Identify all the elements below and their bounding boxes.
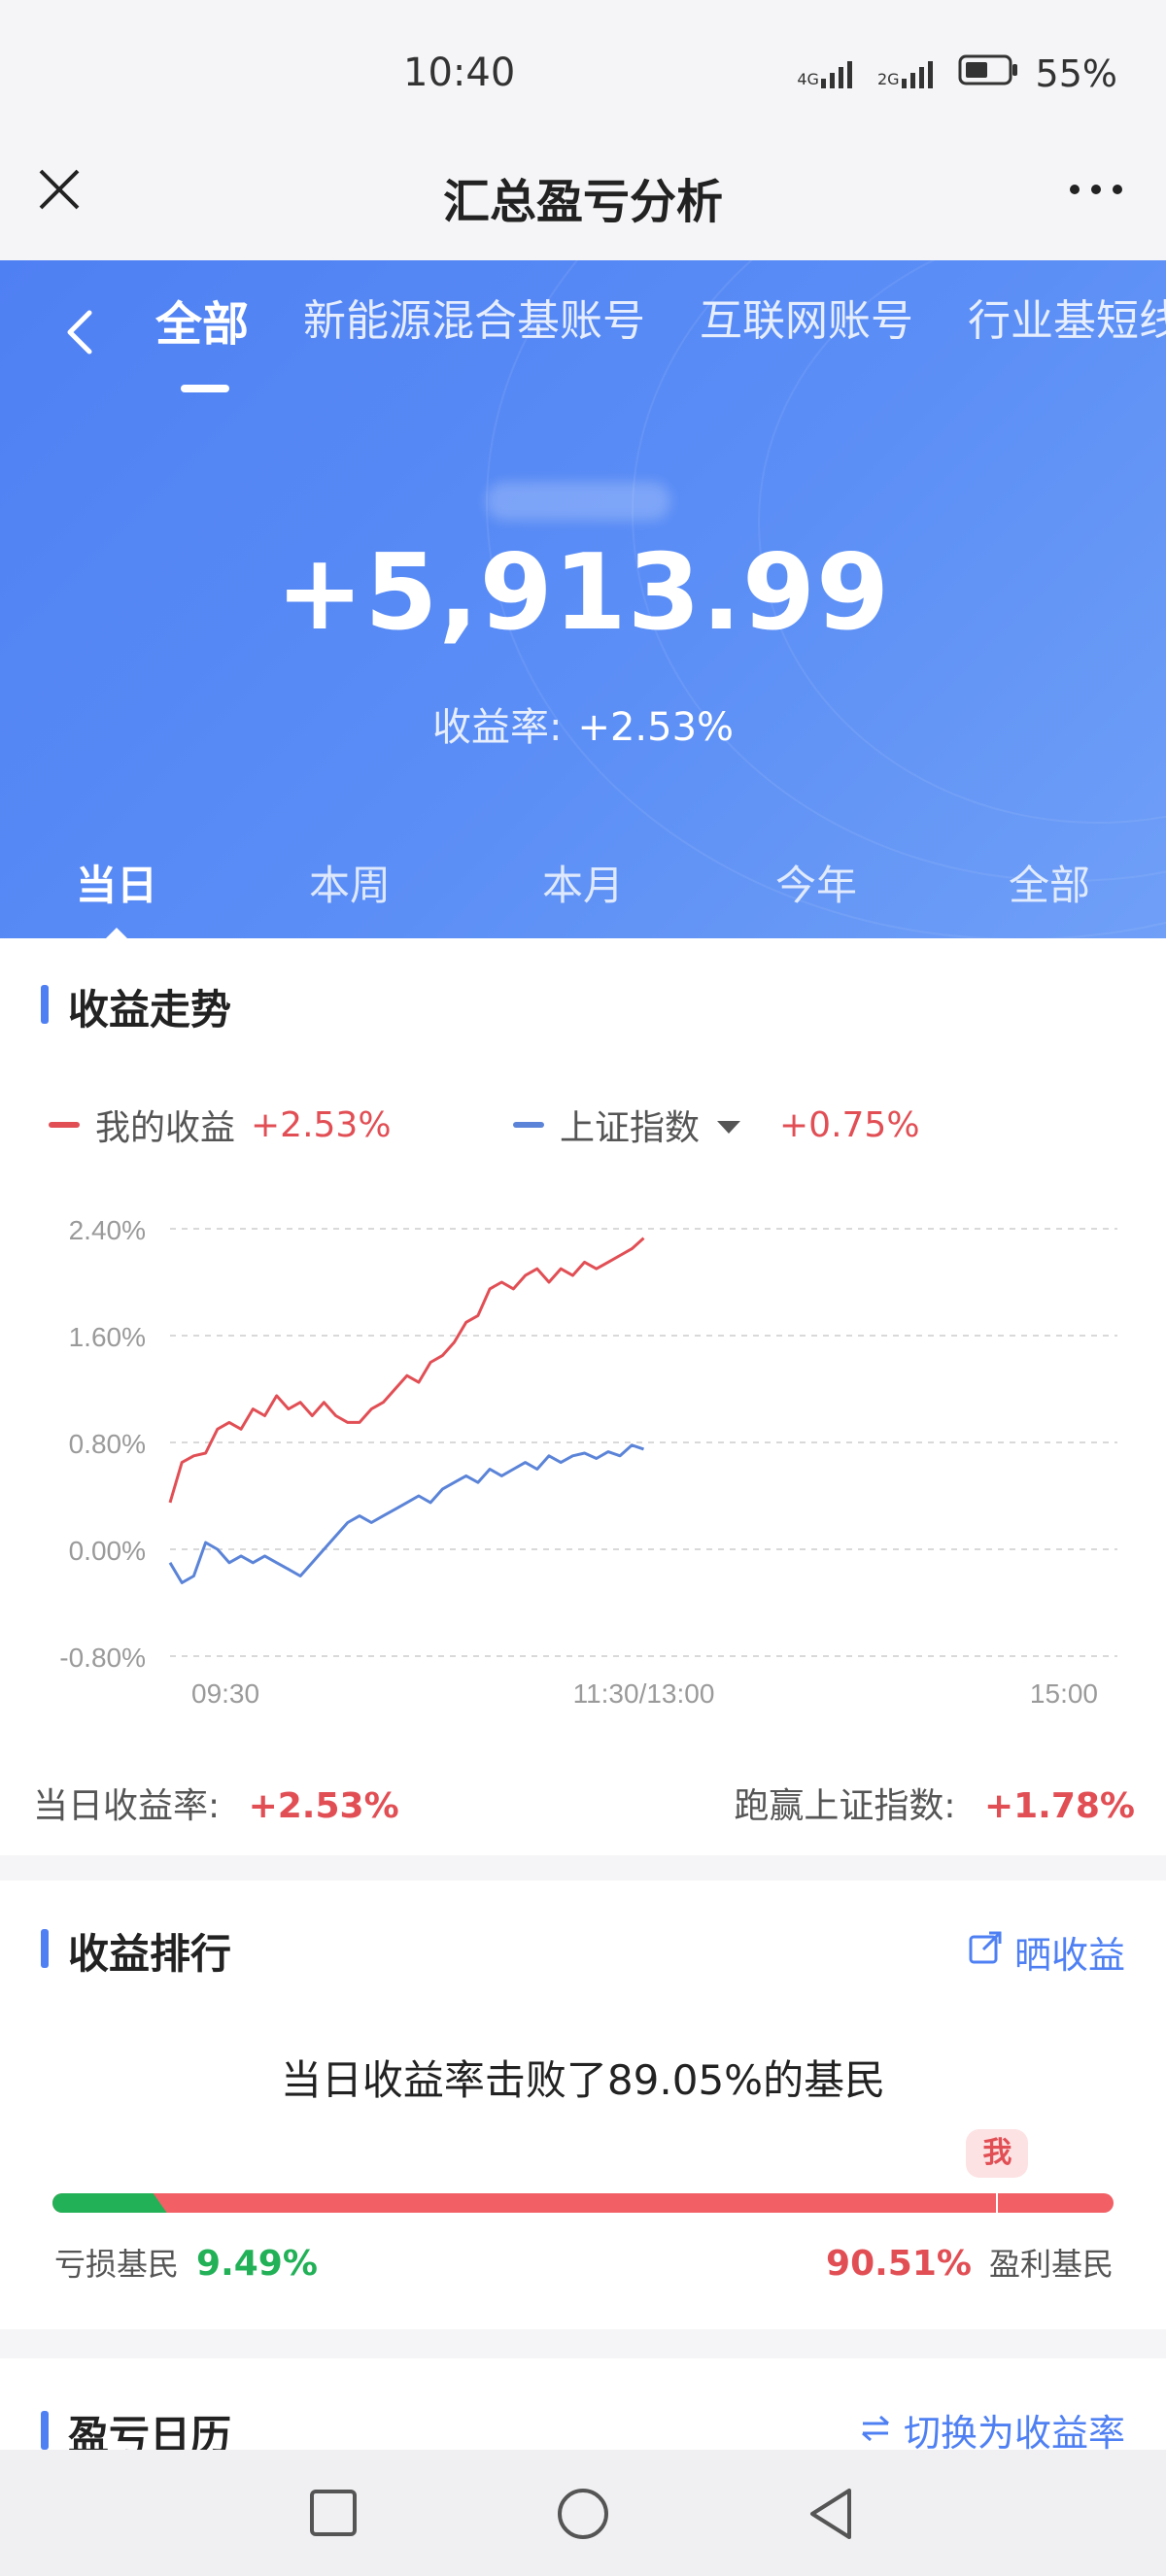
back-icon[interactable]	[60, 301, 99, 363]
ranking-section-title: 收益排行	[41, 1921, 231, 1981]
loss-value: 9.49%	[196, 2244, 318, 2284]
account-tab-internet[interactable]: 互联网账号	[700, 286, 913, 354]
tab-week[interactable]: 本周	[233, 853, 466, 912]
legend-red-dash	[49, 1122, 80, 1128]
me-pointer	[996, 2178, 999, 2217]
win-stats: 90.51% 盈利基民	[826, 2240, 1114, 2285]
share-icon	[968, 1930, 1003, 1974]
y-tick-label: 0.80%	[69, 1429, 146, 1459]
tab-all[interactable]: 全部	[933, 853, 1166, 912]
today-rate-summary: 当日收益率: +2.53%	[33, 1778, 399, 1828]
loss-label: 亏损基民	[54, 2246, 180, 2283]
signal-2g-icon: 2G	[877, 59, 941, 88]
legend-index-name: 上证指数	[560, 1108, 701, 1148]
series-line-index	[168, 1443, 644, 1584]
y-tick-label: 1.60%	[69, 1322, 146, 1352]
legend-my-profit-name: 我的收益	[95, 1108, 236, 1148]
swap-icon	[861, 2409, 890, 2452]
back-nav-icon[interactable]	[806, 2487, 855, 2545]
ranking-bar-loss-fill	[52, 2193, 167, 2213]
account-tab-new-energy[interactable]: 新能源混合基账号	[303, 286, 645, 354]
legend-my-profit: 我的收益 +2.53%	[49, 1100, 392, 1150]
status-bar: 10:40 4G 2G 55%	[0, 0, 1166, 155]
tab-month[interactable]: 本月	[466, 853, 700, 912]
beat-index-label: 跑赢上证指数:	[734, 1786, 956, 1826]
ranking-bar	[52, 2193, 1114, 2213]
y-tick-label: 0.00%	[69, 1536, 146, 1566]
account-tab-industry[interactable]: 行业基短线	[968, 286, 1166, 354]
legend-blue-dash	[513, 1122, 544, 1128]
legend-my-profit-value: +2.53%	[251, 1104, 392, 1145]
account-tab-all[interactable]: 全部	[155, 286, 249, 392]
period-tabs: 当日 本周 本月 今年 全部	[0, 853, 1166, 938]
win-label: 盈利基民	[988, 2246, 1114, 2283]
title-bar: 汇总盈亏分析	[0, 146, 1166, 260]
share-profit-label: 晒收益	[1013, 1934, 1125, 1977]
signal-4g-icon: 4G	[797, 59, 860, 88]
x-tick-label: 09:30	[191, 1678, 259, 1709]
me-badge: 我	[966, 2129, 1029, 2178]
total-profit-amount: +5,913.99	[275, 532, 891, 654]
page-title: 汇总盈亏分析	[442, 175, 723, 229]
y-tick-label: -0.80%	[59, 1643, 146, 1673]
signal-4g-label: 4G	[797, 70, 819, 88]
loss-stats: 亏损基民 9.49%	[54, 2240, 318, 2285]
blurred-label	[486, 482, 670, 521]
dropdown-caret-icon[interactable]	[715, 1105, 742, 1145]
battery-icon	[958, 52, 1018, 95]
y-tick-label: 2.40%	[69, 1215, 146, 1245]
legend-index-value: +0.75%	[779, 1104, 920, 1145]
summary-hero: 全部 新能源混合基账号 互联网账号 行业基短线 +5,913.99 收益率: +2…	[0, 260, 1166, 938]
x-tick-label: 11:30/13:00	[573, 1678, 715, 1709]
x-tick-label: 15:00	[1030, 1678, 1098, 1709]
tab-today[interactable]: 当日	[0, 853, 233, 938]
account-tabs: 全部 新能源混合基账号 互联网账号 行业基短线	[155, 286, 1166, 392]
profit-rate: 收益率: +2.53%	[0, 695, 1166, 752]
tab-year[interactable]: 今年	[700, 853, 933, 912]
more-icon[interactable]	[1065, 165, 1127, 214]
home-icon[interactable]	[556, 2487, 610, 2545]
beat-index-summary: 跑赢上证指数: +1.78%	[734, 1778, 1135, 1828]
legend-index[interactable]: 上证指数 +0.75%	[513, 1100, 920, 1150]
ranking-headline: 当日收益率击败了89.05%的基民	[280, 2056, 886, 2104]
battery-level: 55%	[1035, 52, 1117, 95]
share-profit-button[interactable]: 晒收益	[968, 1925, 1125, 1979]
system-nav-bar	[0, 2450, 1166, 2576]
switch-to-rate-button[interactable]: 切换为收益率	[861, 2403, 1125, 2457]
profit-rate-value: +2.53%	[577, 705, 735, 750]
profit-rate-label: 收益率:	[431, 705, 563, 750]
beat-index-value: +1.78%	[983, 1786, 1135, 1826]
switch-to-rate-label: 切换为收益率	[903, 2412, 1125, 2455]
win-value: 90.51%	[826, 2244, 972, 2284]
today-rate-value: +2.53%	[248, 1786, 399, 1826]
signal-2g-label: 2G	[876, 70, 900, 88]
me-marker: 我	[966, 2129, 1029, 2217]
trend-section-title: 收益走势	[41, 977, 231, 1036]
trend-chart: 2.40% 1.60% 0.80% 0.00% -0.80% 09:30 11:30/13:…	[59, 1215, 1117, 1709]
series-line-my-profit	[168, 1237, 645, 1504]
recent-apps-icon[interactable]	[309, 2489, 358, 2541]
status-time: 10:40	[403, 51, 516, 95]
today-rate-label: 当日收益率:	[33, 1786, 221, 1826]
